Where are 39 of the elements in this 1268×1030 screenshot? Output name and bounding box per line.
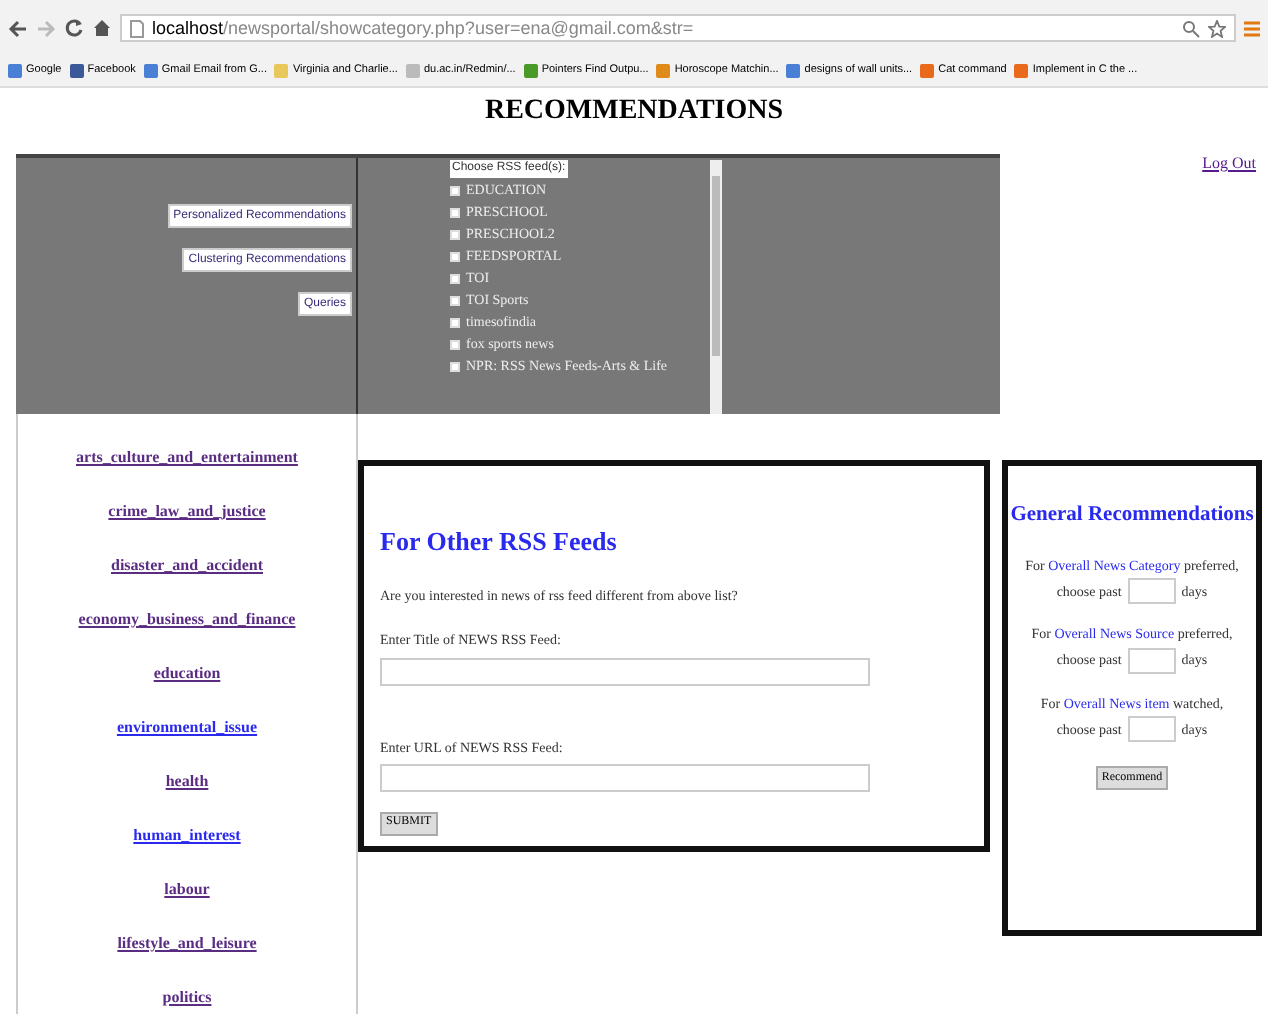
category-link[interactable]: disaster_and_accident [111, 550, 263, 582]
section-heading: General Recommendations [1010, 502, 1254, 530]
category-link[interactable]: lifestyle_and_leisure [117, 928, 257, 960]
category-link[interactable]: economy_business_and_finance [78, 604, 296, 636]
days-input-field[interactable] [1127, 647, 1176, 674]
section-heading: For Other RSS Feeds [380, 524, 619, 560]
checkbox[interactable] [450, 251, 460, 261]
checkbox[interactable] [450, 229, 460, 239]
category-link[interactable]: labour [164, 874, 210, 906]
category-link[interactable]: human_interest [133, 820, 241, 852]
menu-icon[interactable] [1244, 19, 1260, 37]
star-icon[interactable] [1208, 19, 1226, 37]
back-icon[interactable] [8, 19, 28, 37]
url-input-field[interactable] [380, 764, 870, 792]
checkbox[interactable] [450, 317, 460, 327]
page-icon [130, 19, 144, 37]
category-link[interactable]: arts_culture_and_entertainment [76, 442, 298, 474]
checkbox[interactable] [450, 295, 460, 305]
url-text: localhost/newsportal/showcategory.php?user=ena@gmail.com&str= [152, 19, 694, 37]
title-input-field[interactable] [380, 657, 870, 685]
checkbox[interactable] [450, 207, 460, 217]
checkbox[interactable] [450, 339, 460, 349]
days-input-field[interactable] [1127, 578, 1176, 605]
checkbox[interactable] [450, 185, 460, 195]
checkbox[interactable] [450, 273, 460, 283]
address-bar[interactable]: localhost/newsportal/showcategory.php?user=ena@gmail.com&str= [120, 14, 1236, 42]
category-link[interactable]: environmental_issue [116, 712, 258, 744]
category-link[interactable]: education [153, 658, 221, 690]
reload-icon[interactable] [64, 18, 84, 38]
category-link[interactable]: health [165, 766, 209, 798]
days-input-field[interactable] [1127, 716, 1176, 743]
page-title: RECOMMENDATIONS [482, 94, 786, 130]
search-icon[interactable] [1182, 19, 1200, 37]
category-link[interactable]: politics [162, 982, 212, 1014]
scrollbar[interactable] [710, 160, 722, 414]
home-icon[interactable] [92, 18, 112, 38]
logout-link[interactable]: Log Out [1202, 152, 1256, 176]
category-link[interactable]: crime_law_and_justice [108, 496, 266, 528]
checkbox[interactable] [450, 361, 460, 371]
